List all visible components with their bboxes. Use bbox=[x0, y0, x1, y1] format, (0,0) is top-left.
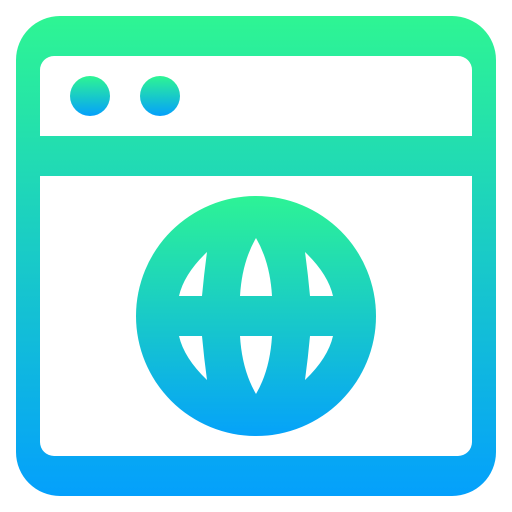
browser-globe-icon bbox=[16, 16, 496, 496]
icon-canvas bbox=[0, 0, 512, 512]
window-dot-1 bbox=[70, 76, 110, 116]
globe-icon bbox=[130, 190, 382, 442]
window-dot-2 bbox=[140, 76, 180, 116]
